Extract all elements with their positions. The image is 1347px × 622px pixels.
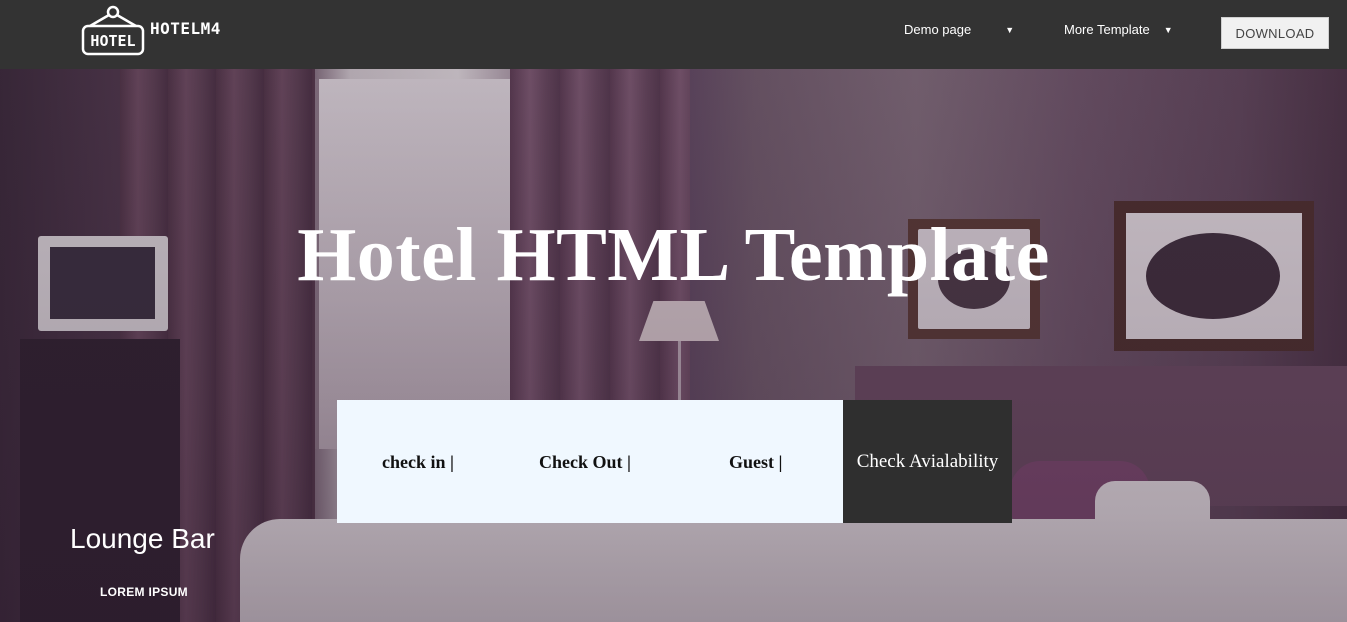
guest-field[interactable]: Guest |	[729, 452, 782, 473]
section-subtitle: LOREM IPSUM	[100, 585, 188, 599]
check-availability-button[interactable]: Check Avialability	[843, 400, 1012, 523]
check-out-field[interactable]: Check Out |	[539, 452, 631, 473]
booking-bar: check in | Check Out | Guest | Check Avi…	[337, 400, 1012, 523]
hero-title: Hotel HTML Template	[297, 213, 1050, 297]
nav-more-template-label: More Template	[1064, 22, 1150, 37]
nav-demo-page-label: Demo page	[904, 22, 972, 37]
brand-logo[interactable]: HOTEL HOTELM4	[80, 4, 240, 56]
caret-down-icon: ▼	[1005, 24, 1015, 35]
download-button[interactable]: DOWNLOAD	[1221, 17, 1329, 49]
nav-more-template[interactable]: More Template ▼	[1064, 22, 1173, 37]
hotel-sign-icon: HOTEL	[80, 4, 146, 56]
brand-name: HOTELM4	[150, 19, 221, 38]
booking-fields: check in | Check Out | Guest |	[337, 400, 843, 523]
top-navbar: HOTEL HOTELM4 Demo page ▼ More Template …	[0, 0, 1347, 69]
check-in-field[interactable]: check in |	[382, 452, 454, 473]
nav-demo-page[interactable]: Demo page ▼	[904, 22, 1014, 37]
caret-down-icon: ▼	[1163, 24, 1173, 35]
logo-badge-text: HOTEL	[90, 32, 135, 50]
section-title: Lounge Bar	[70, 523, 215, 554]
